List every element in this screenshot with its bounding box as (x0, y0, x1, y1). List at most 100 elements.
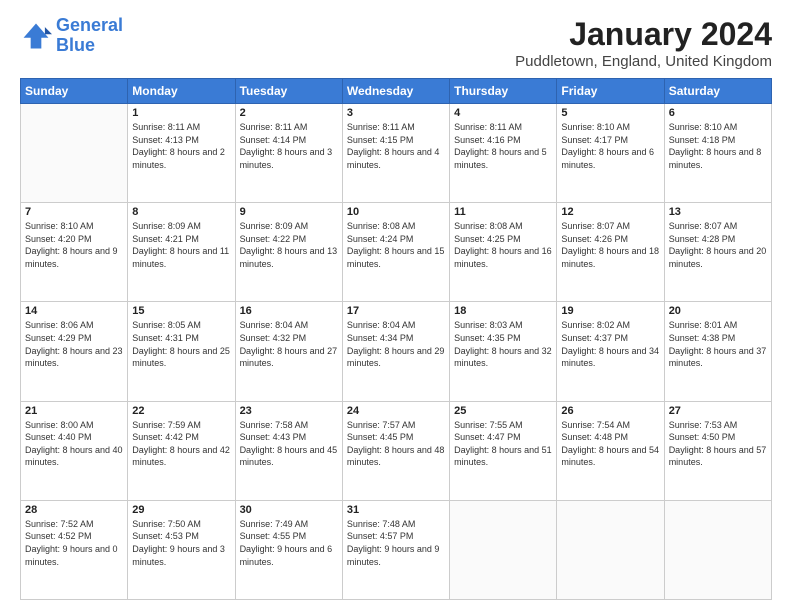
logo-line1: General (56, 15, 123, 35)
day-number: 6 (669, 107, 767, 119)
weekday-header-friday: Friday (557, 79, 664, 104)
day-cell: 10Sunrise: 8:08 AMSunset: 4:24 PMDayligh… (342, 203, 449, 302)
day-cell: 31 Sunrise: 7:48 AMSunset: 4:57 PMDayligh… (342, 500, 449, 599)
week-row-1: 7 Sunrise: 8:10 AMSunset: 4:20 PMDaylight… (21, 203, 772, 302)
logo-line2: Blue (56, 35, 95, 55)
weekday-header-monday: Monday (128, 79, 235, 104)
page: General Blue January 2024 Puddletown, En… (0, 0, 792, 612)
day-cell: 2Sunrise: 8:11 AMSunset: 4:14 PMDaylight… (235, 104, 342, 203)
day-cell: 21 Sunrise: 8:00 AMSunset: 4:40 PMDayligh… (21, 401, 128, 500)
day-number: 1 (132, 107, 230, 119)
day-info: Sunrise: 8:04 AMSunset: 4:34 PMDaylight:… (347, 319, 445, 369)
day-info: Sunrise: 8:03 AMSunset: 4:35 PMDaylight:… (454, 319, 552, 369)
day-number: 30 (240, 504, 338, 516)
day-cell: 19Sunrise: 8:02 AMSunset: 4:37 PMDayligh… (557, 302, 664, 401)
day-info: Sunrise: 8:01 AMSunset: 4:38 PMDaylight:… (669, 319, 767, 369)
day-cell (21, 104, 128, 203)
day-info: Sunrise: 8:10 AMSunset: 4:20 PMDaylight:… (25, 220, 123, 270)
day-cell: 8Sunrise: 8:09 AMSunset: 4:21 PMDaylight… (128, 203, 235, 302)
day-info: Sunrise: 7:54 AMSunset: 4:48 PMDaylight:… (561, 419, 659, 469)
day-number: 14 (25, 305, 123, 317)
day-cell: 12 Sunrise: 8:07 AMSunset: 4:26 PMDayligh… (557, 203, 664, 302)
day-number: 29 (132, 504, 230, 516)
day-cell: 3Sunrise: 8:11 AMSunset: 4:15 PMDaylight… (342, 104, 449, 203)
location: Puddletown, England, United Kingdom (515, 53, 772, 70)
weekday-header-saturday: Saturday (664, 79, 771, 104)
day-info: Sunrise: 8:11 AMSunset: 4:14 PMDaylight:… (240, 121, 338, 171)
day-cell: 18 Sunrise: 8:03 AMSunset: 4:35 PMDayligh… (450, 302, 557, 401)
day-number: 4 (454, 107, 552, 119)
day-cell: 23 Sunrise: 7:58 AMSunset: 4:43 PMDayligh… (235, 401, 342, 500)
logo-icon (20, 20, 52, 52)
day-info: Sunrise: 8:10 AMSunset: 4:17 PMDaylight:… (561, 121, 659, 171)
day-number: 18 (454, 305, 552, 317)
day-info: Sunrise: 8:09 AMSunset: 4:22 PMDaylight:… (240, 220, 338, 270)
day-cell: 14 Sunrise: 8:06 AMSunset: 4:29 PMDayligh… (21, 302, 128, 401)
day-info: Sunrise: 7:57 AMSunset: 4:45 PMDaylight:… (347, 419, 445, 469)
day-cell: 9Sunrise: 8:09 AMSunset: 4:22 PMDaylight… (235, 203, 342, 302)
day-cell: 6 Sunrise: 8:10 AMSunset: 4:18 PMDaylight… (664, 104, 771, 203)
day-cell: 1 Sunrise: 8:11 AMSunset: 4:13 PMDaylight… (128, 104, 235, 203)
day-number: 16 (240, 305, 338, 317)
day-cell: 29 Sunrise: 7:50 AMSunset: 4:53 PMDayligh… (128, 500, 235, 599)
calendar-table: SundayMondayTuesdayWednesdayThursdayFrid… (20, 78, 772, 600)
day-cell: 22Sunrise: 7:59 AMSunset: 4:42 PMDayligh… (128, 401, 235, 500)
header: General Blue January 2024 Puddletown, En… (20, 16, 772, 70)
day-number: 26 (561, 405, 659, 417)
day-info: Sunrise: 7:55 AMSunset: 4:47 PMDaylight:… (454, 419, 552, 469)
day-info: Sunrise: 7:48 AMSunset: 4:57 PMDaylight:… (347, 518, 445, 568)
day-number: 7 (25, 206, 123, 218)
day-number: 15 (132, 305, 230, 317)
day-number: 19 (561, 305, 659, 317)
day-number: 21 (25, 405, 123, 417)
day-info: Sunrise: 8:10 AMSunset: 4:18 PMDaylight:… (669, 121, 767, 171)
day-number: 31 (347, 504, 445, 516)
day-cell: 15Sunrise: 8:05 AMSunset: 4:31 PMDayligh… (128, 302, 235, 401)
week-row-4: 28 Sunrise: 7:52 AMSunset: 4:52 PMDayligh… (21, 500, 772, 599)
day-info: Sunrise: 7:59 AMSunset: 4:42 PMDaylight:… (132, 419, 230, 469)
day-info: Sunrise: 7:52 AMSunset: 4:52 PMDaylight:… (25, 518, 123, 568)
day-cell: 30Sunrise: 7:49 AMSunset: 4:55 PMDayligh… (235, 500, 342, 599)
week-row-2: 14 Sunrise: 8:06 AMSunset: 4:29 PMDayligh… (21, 302, 772, 401)
day-number: 12 (561, 206, 659, 218)
week-row-0: 1 Sunrise: 8:11 AMSunset: 4:13 PMDaylight… (21, 104, 772, 203)
day-number: 5 (561, 107, 659, 119)
day-cell: 16Sunrise: 8:04 AMSunset: 4:32 PMDayligh… (235, 302, 342, 401)
day-info: Sunrise: 8:07 AMSunset: 4:28 PMDaylight:… (669, 220, 767, 270)
day-info: Sunrise: 7:58 AMSunset: 4:43 PMDaylight:… (240, 419, 338, 469)
day-number: 23 (240, 405, 338, 417)
day-info: Sunrise: 8:07 AMSunset: 4:26 PMDaylight:… (561, 220, 659, 270)
day-number: 24 (347, 405, 445, 417)
day-info: Sunrise: 8:11 AMSunset: 4:13 PMDaylight:… (132, 121, 230, 171)
weekday-header-thursday: Thursday (450, 79, 557, 104)
logo: General Blue (20, 16, 123, 56)
day-info: Sunrise: 7:53 AMSunset: 4:50 PMDaylight:… (669, 419, 767, 469)
day-number: 13 (669, 206, 767, 218)
day-info: Sunrise: 8:08 AMSunset: 4:25 PMDaylight:… (454, 220, 552, 270)
day-cell: 5 Sunrise: 8:10 AMSunset: 4:17 PMDaylight… (557, 104, 664, 203)
weekday-header-tuesday: Tuesday (235, 79, 342, 104)
day-cell: 25 Sunrise: 7:55 AMSunset: 4:47 PMDayligh… (450, 401, 557, 500)
day-info: Sunrise: 8:06 AMSunset: 4:29 PMDaylight:… (25, 319, 123, 369)
day-number: 10 (347, 206, 445, 218)
weekday-header-sunday: Sunday (21, 79, 128, 104)
day-number: 25 (454, 405, 552, 417)
day-info: Sunrise: 8:00 AMSunset: 4:40 PMDaylight:… (25, 419, 123, 469)
day-info: Sunrise: 7:50 AMSunset: 4:53 PMDaylight:… (132, 518, 230, 568)
day-cell (450, 500, 557, 599)
logo-text: General Blue (56, 16, 123, 56)
week-row-3: 21 Sunrise: 8:00 AMSunset: 4:40 PMDayligh… (21, 401, 772, 500)
day-cell: 13 Sunrise: 8:07 AMSunset: 4:28 PMDayligh… (664, 203, 771, 302)
day-cell: 28 Sunrise: 7:52 AMSunset: 4:52 PMDayligh… (21, 500, 128, 599)
day-cell: 11Sunrise: 8:08 AMSunset: 4:25 PMDayligh… (450, 203, 557, 302)
day-cell: 26 Sunrise: 7:54 AMSunset: 4:48 PMDayligh… (557, 401, 664, 500)
day-number: 3 (347, 107, 445, 119)
day-cell: 20Sunrise: 8:01 AMSunset: 4:38 PMDayligh… (664, 302, 771, 401)
day-cell (664, 500, 771, 599)
day-number: 17 (347, 305, 445, 317)
day-cell: 24 Sunrise: 7:57 AMSunset: 4:45 PMDayligh… (342, 401, 449, 500)
day-info: Sunrise: 8:09 AMSunset: 4:21 PMDaylight:… (132, 220, 230, 270)
day-number: 28 (25, 504, 123, 516)
day-cell: 7 Sunrise: 8:10 AMSunset: 4:20 PMDaylight… (21, 203, 128, 302)
weekday-header-wednesday: Wednesday (342, 79, 449, 104)
